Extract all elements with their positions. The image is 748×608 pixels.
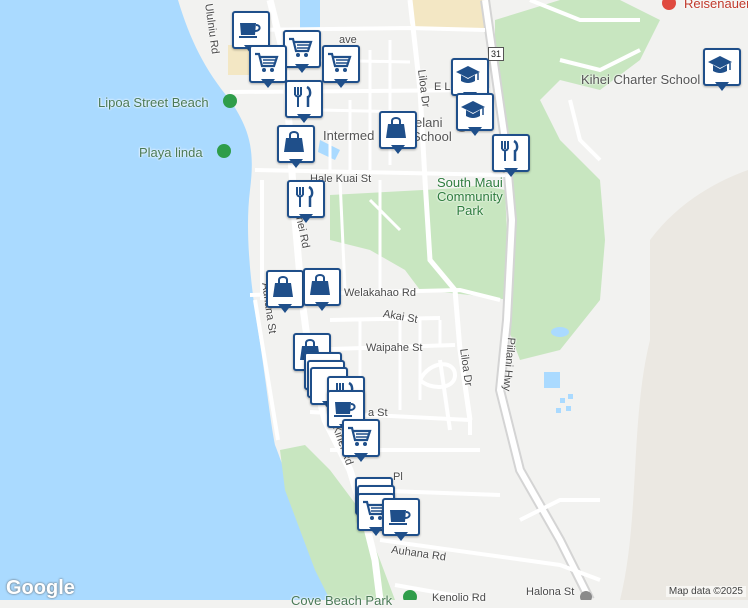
shopping-bag-icon [306, 271, 334, 299]
shopping-cart-icon [286, 33, 314, 61]
kenolio-label: a St [368, 407, 388, 419]
coffee-marker[interactable] [382, 498, 420, 544]
shopping-cart-icon [345, 422, 373, 450]
e-lipoa-label: E L [434, 81, 451, 93]
coffee-icon [235, 14, 263, 42]
hwy-31-shield: 31 [488, 47, 505, 61]
shopping-cart-icon [252, 48, 280, 76]
playa-linda-label[interactable]: Playa linda [139, 146, 203, 159]
restaurant-marker[interactable] [285, 80, 323, 126]
coffee-icon [385, 501, 413, 529]
school-marker[interactable] [703, 48, 741, 94]
shopping-bag-marker[interactable] [303, 268, 341, 314]
shopping-bag-marker[interactable] [277, 125, 315, 171]
restaurant-icon [290, 183, 318, 211]
school-icon [459, 96, 487, 124]
restaurant-icon [495, 137, 523, 165]
shopping-bag-icon [280, 128, 308, 156]
kenolio-lower-label: Kenolio Rd [432, 592, 486, 604]
restaurant-marker[interactable] [287, 180, 325, 226]
shopping-cart-marker[interactable] [342, 419, 380, 465]
school-icon [454, 61, 482, 89]
shopping-bag-icon [269, 273, 297, 301]
intermediate-school-label[interactable]: Intermed [323, 129, 374, 142]
restaurant-marker[interactable] [492, 134, 530, 180]
lokelani-school-label[interactable]: elani [415, 116, 442, 129]
restaurant-icon [288, 83, 316, 111]
map-attribution[interactable]: Map data ©2025 [665, 586, 746, 597]
shopping-bag-icon [382, 114, 410, 142]
school-marker[interactable] [456, 93, 494, 139]
halona-label: Halona St [526, 586, 575, 598]
kihei-charter-label[interactable]: Kihei Charter School [581, 73, 700, 86]
welakahao-label: Welakahao Rd [344, 287, 416, 299]
waipahe-label: Waipahe St [366, 342, 423, 354]
shopping-cart-marker[interactable] [283, 30, 321, 76]
lane-pl-label: Pl [393, 471, 403, 483]
shopping-bag-marker[interactable] [266, 270, 304, 316]
shopping-cart-marker[interactable] [322, 45, 360, 91]
school-suffix-label[interactable]: School [412, 130, 452, 143]
google-logo: Google [6, 577, 75, 599]
school-icon [706, 51, 734, 79]
shopping-cart-icon [325, 48, 353, 76]
shopping-bag-marker[interactable] [379, 111, 417, 157]
south-maui-park-label[interactable]: South Maui Community Park [437, 176, 503, 218]
shopping-cart-marker[interactable] [249, 45, 287, 91]
coffee-icon [330, 393, 358, 421]
lipoa-beach-label[interactable]: Lipoa Street Beach [98, 96, 209, 109]
cove-beach-park-label[interactable]: Cove Beach Park [291, 594, 392, 607]
reisenauer-label[interactable]: Reisenauer [684, 0, 748, 10]
